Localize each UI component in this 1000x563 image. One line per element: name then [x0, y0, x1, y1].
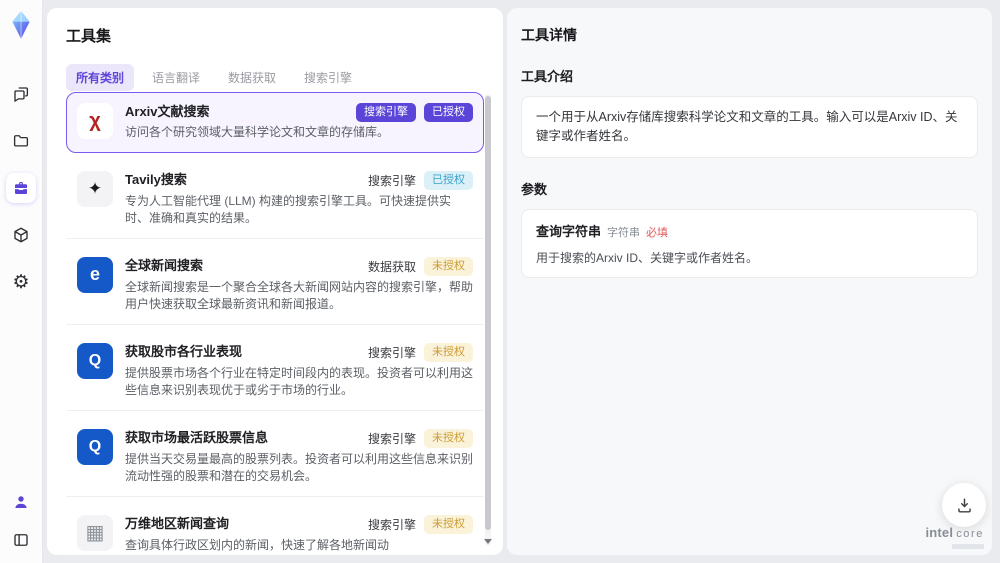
tool-description: 提供当天交易量最高的股票列表。投资者可以利用这些信息来识别流动性强的股票和潜在的… [125, 451, 474, 484]
tool-title-row: Tavily搜索 搜索引擎 已授权 [125, 171, 473, 191]
tool-body: 获取股市各行业表现 搜索引擎 未授权 提供股票市场各个行业在特定时间段内的表现。… [125, 343, 473, 400]
param-header-row: 查询字符串 字符串 必填 [536, 221, 963, 240]
tool-tags: 搜索引擎 未授权 [368, 343, 473, 363]
intro-heading: 工具介绍 [521, 69, 574, 84]
tool-list-item[interactable]: ✦ Tavily搜索 搜索引擎 已授权 专为人工智能代理 (LLM) 构建的搜索… [66, 159, 484, 239]
scrollbar-track[interactable] [485, 94, 491, 546]
page-title: 工具集 [66, 28, 112, 45]
tool-body: 万维地区新闻查询 搜索引擎 未授权 查询具体行政区划内的新闻，快速了解各地新闻动 [125, 515, 473, 555]
tavily-logo-icon: ✦ [77, 170, 113, 207]
chat-icon[interactable] [6, 79, 36, 109]
param-required-badge: 必填 [646, 226, 669, 239]
tool-title: 全球新闻搜索 [125, 257, 204, 273]
intel-core-logo: intel core [925, 524, 984, 549]
category-tabs: 所有类别 语言翻译 数据获取 搜索引擎 [66, 64, 503, 91]
tool-body: Arxiv文献搜索 搜索引擎 已授权 访问各个研究领域大量科学论文和文章的存储库… [125, 103, 473, 142]
app-logo-icon [7, 9, 35, 41]
category-tab[interactable]: 所有类别 [66, 64, 135, 91]
status-badge: 未授权 [424, 343, 473, 362]
param-description: 用于搜索的Arxiv ID、关键字或作者姓名。 [536, 250, 759, 265]
download-icon [957, 497, 971, 513]
arxiv-logo-icon: χ [77, 103, 113, 139]
collapse-panel-icon[interactable] [6, 525, 36, 555]
settings-icon[interactable]: ⚙ [6, 267, 36, 297]
tool-body: Tavily搜索 搜索引擎 已授权 专为人工智能代理 (LLM) 构建的搜索引擎… [125, 171, 473, 228]
tool-list: χ Arxiv文献搜索 搜索引擎 已授权 访问各个研究领域大量科学论文和文章的存… [66, 92, 484, 555]
tool-title: 获取市场最活跃股票信息 [125, 429, 269, 445]
tool-list-item[interactable]: Q 获取市场最活跃股票信息 搜索引擎 未授权 提供当天交易量最高的股票列表。投资… [66, 417, 484, 497]
scrollbar-thumb[interactable] [485, 96, 491, 530]
app-window: ⚙ 工具集 所有类别 语言翻译 数据获取 搜索引擎 χ Arxiv文献搜索 搜索… [0, 0, 1000, 563]
tool-tags: 搜索引擎 已授权 [368, 171, 473, 191]
tool-list-item[interactable]: ▦ 万维地区新闻查询 搜索引擎 未授权 查询具体行政区划内的新闻，快速了解各地新… [66, 503, 484, 555]
status-badge: 未授权 [424, 429, 473, 448]
sidebar-bottom [6, 487, 36, 555]
status-badge: 未授权 [424, 515, 473, 534]
tool-tags: 搜索引擎 未授权 [368, 429, 473, 449]
intro-text: 一个用于从Arxiv存储库搜索科学论文和文章的工具。输入可以是Arxiv ID、… [536, 110, 958, 143]
cube-icon[interactable] [6, 220, 36, 250]
category-tag: 数据获取 [367, 259, 416, 274]
user-avatar-icon[interactable] [6, 487, 36, 517]
param-type: 字符串 [607, 226, 641, 239]
tool-title-row: 获取股市各行业表现 搜索引擎 未授权 [125, 343, 473, 363]
tool-title: Tavily搜索 [125, 171, 187, 187]
scroll-down-arrow-icon[interactable] [484, 539, 492, 544]
params-heading: 参数 [521, 181, 548, 197]
category-tag: 搜索引擎 [367, 345, 416, 360]
category-tag: 搜索引擎 [367, 517, 416, 532]
param-card: 查询字符串 字符串 必填 用于搜索的Arxiv ID、关键字或作者姓名。 [521, 208, 978, 278]
folder-icon[interactable] [6, 126, 36, 156]
tool-tags: 数据获取 未授权 [368, 257, 473, 277]
tool-title-row: 获取市场最活跃股票信息 搜索引擎 未授权 [125, 429, 473, 449]
category-tag: 搜索引擎 [356, 103, 416, 122]
tool-description: 全球新闻搜索是一个聚合全球各大新闻网站内容的搜索引擎，帮助用户快速获取全球最新资… [125, 279, 474, 312]
tool-title: 万维地区新闻查询 [125, 515, 230, 531]
category-tag: 搜索引擎 [367, 431, 416, 446]
tool-body: 获取市场最活跃股票信息 搜索引擎 未授权 提供当天交易量最高的股票列表。投资者可… [125, 429, 473, 486]
tool-title: Arxiv文献搜索 [125, 104, 210, 119]
download-button[interactable] [942, 483, 986, 527]
intro-card: 一个用于从Arxiv存储库搜索科学论文和文章的工具。输入可以是Arxiv ID、… [521, 96, 978, 158]
toolbox-icon[interactable] [6, 173, 36, 203]
status-badge: 已授权 [424, 103, 473, 122]
tool-tags: 搜索引擎 未授权 [368, 515, 473, 535]
tool-title-row: 全球新闻搜索 数据获取 未授权 [125, 257, 473, 277]
tool-description: 提供股票市场各个行业在特定时间段内的表现。投资者可以利用这些信息来识别表现优于或… [125, 365, 474, 398]
tool-description: 访问各个研究领域大量科学论文和文章的存储库。 [125, 125, 390, 139]
tool-title-row: 万维地区新闻查询 搜索引擎 未授权 [125, 515, 473, 535]
category-tag: 搜索引擎 [367, 173, 416, 188]
tool-list-item[interactable]: χ Arxiv文献搜索 搜索引擎 已授权 访问各个研究领域大量科学论文和文章的存… [66, 92, 484, 153]
sidebar: ⚙ [0, 0, 43, 563]
intel-badge-bar [952, 544, 984, 549]
category-tab[interactable]: 语言翻译 [142, 64, 210, 91]
status-badge: 已授权 [424, 171, 473, 190]
tool-description: 专为人工智能代理 (LLM) 构建的搜索引擎工具。可快速提供实时、准确和真实的结… [125, 193, 452, 226]
param-name: 查询字符串 [536, 223, 602, 239]
status-badge: 未授权 [424, 257, 473, 276]
tool-tags: 搜索引擎 已授权 [356, 103, 473, 122]
active-stocks-logo-icon: Q [77, 428, 113, 465]
category-tab[interactable]: 搜索引擎 [294, 64, 362, 91]
tool-list-item[interactable]: e 全球新闻搜索 数据获取 未授权 全球新闻搜索是一个聚合全球各大新闻网站内容的… [66, 245, 484, 325]
regional-news-logo-icon: ▦ [77, 514, 113, 551]
tool-description: 查询具体行政区划内的新闻，快速了解各地新闻动 [125, 537, 390, 552]
category-tab[interactable]: 数据获取 [218, 64, 286, 91]
detail-title: 工具详情 [521, 27, 577, 43]
tool-title-row: Arxiv文献搜索 搜索引擎 已授权 [125, 103, 473, 122]
tool-list-panel: 工具集 所有类别 语言翻译 数据获取 搜索引擎 χ Arxiv文献搜索 搜索引擎… [47, 8, 503, 555]
tool-detail-panel: 工具详情 工具介绍 一个用于从Arxiv存储库搜索科学论文和文章的工具。输入可以… [507, 8, 992, 555]
tool-list-item[interactable]: Q 获取股市各行业表现 搜索引擎 未授权 提供股票市场各个行业在特定时间段内的表… [66, 331, 484, 411]
sidebar-nav: ⚙ [6, 79, 36, 297]
stock-sector-logo-icon: Q [77, 342, 113, 379]
global-news-logo-icon: e [77, 256, 113, 293]
tool-title: 获取股市各行业表现 [125, 343, 243, 359]
tool-body: 全球新闻搜索 数据获取 未授权 全球新闻搜索是一个聚合全球各大新闻网站内容的搜索… [125, 257, 473, 314]
